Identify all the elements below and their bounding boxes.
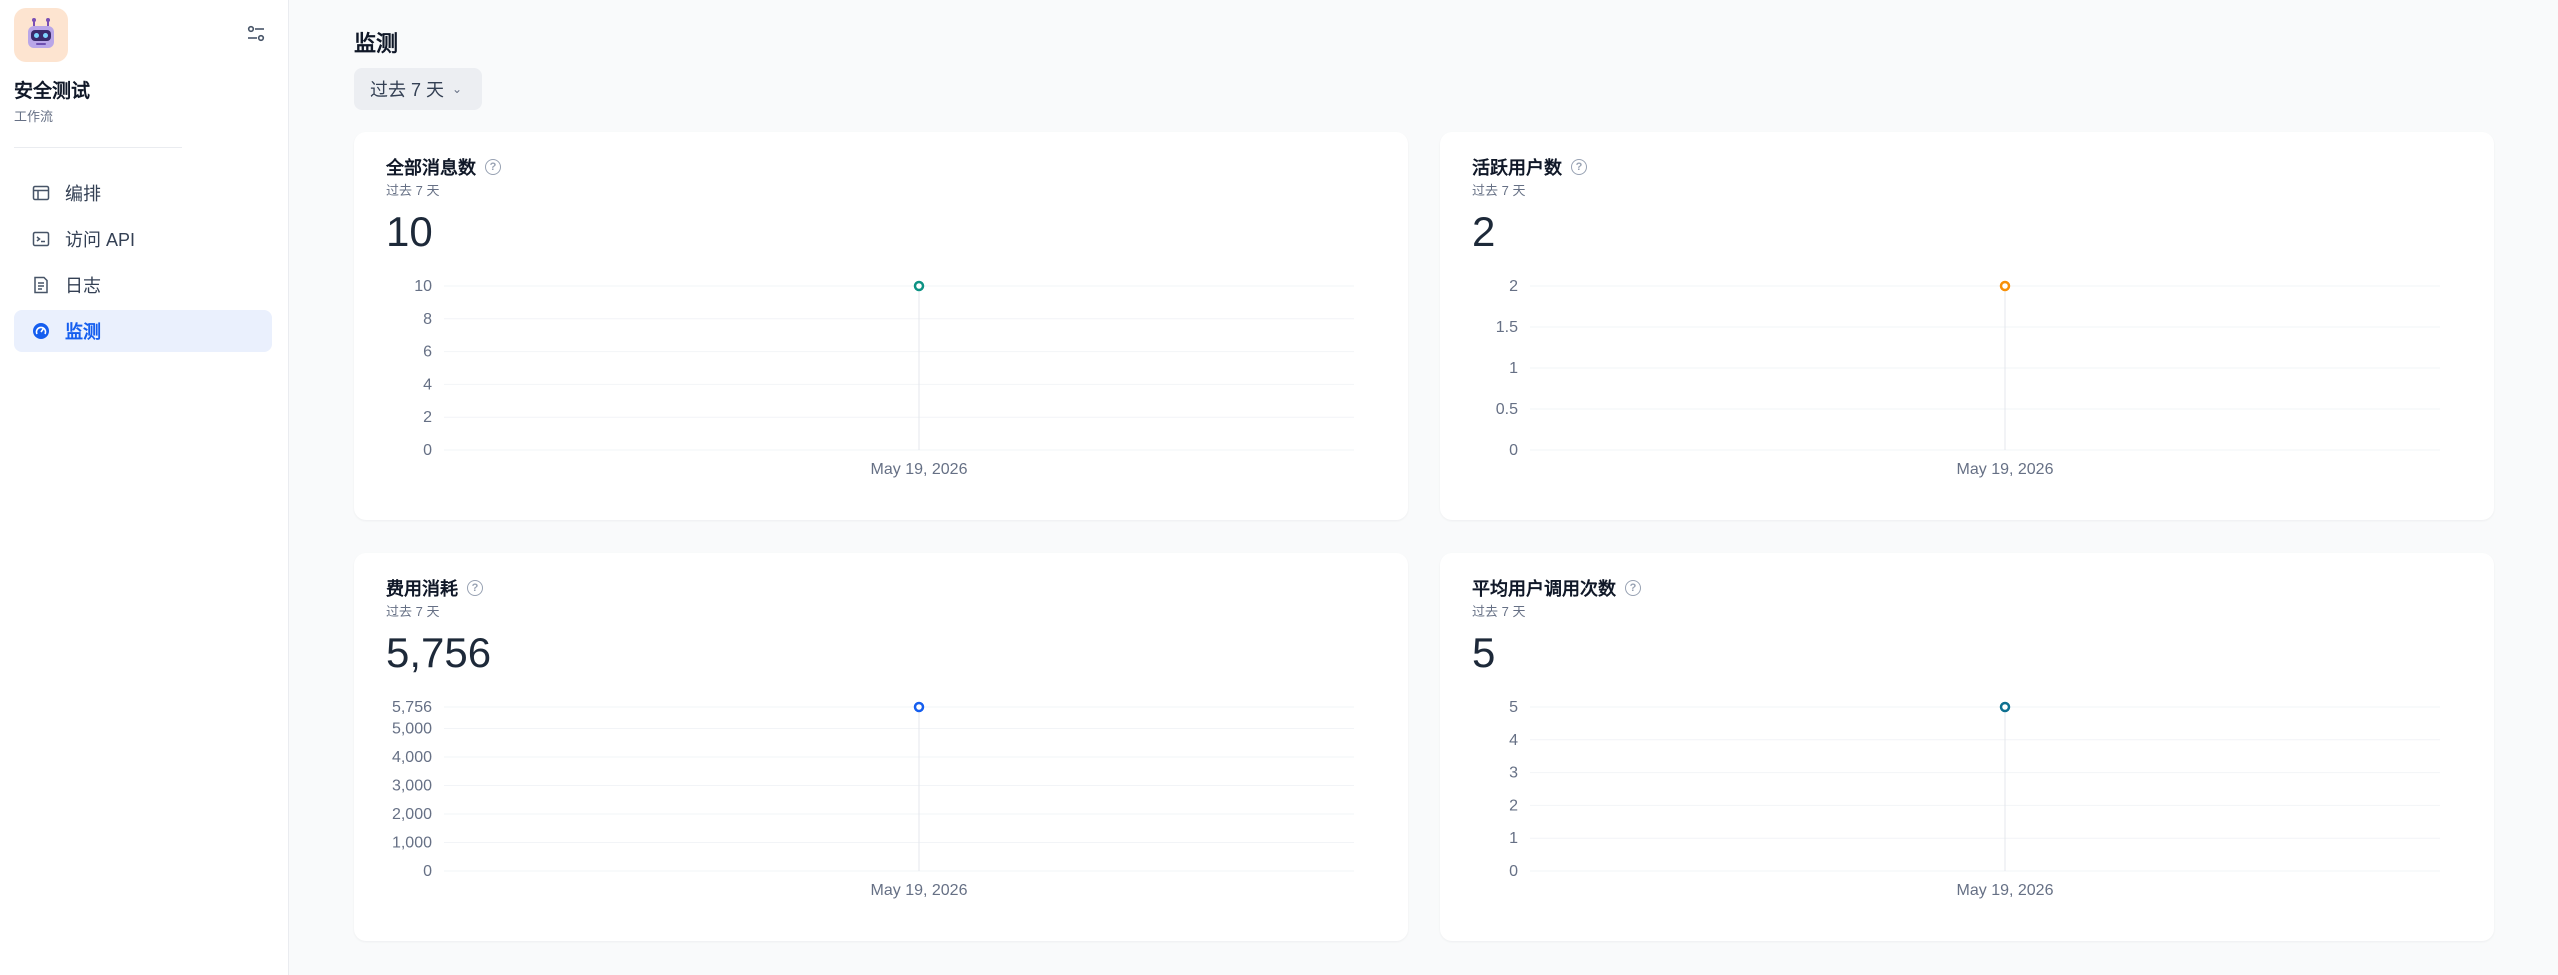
- y-tick-label: 4,000: [392, 749, 432, 766]
- data-point: [913, 701, 925, 713]
- y-tick-label: 1,000: [392, 835, 432, 852]
- data-point: [913, 280, 925, 292]
- app-robot-icon: [14, 8, 68, 62]
- y-tick-label: 0: [423, 442, 432, 459]
- period-select-value: 过去 7 天: [370, 80, 445, 100]
- card-title: 全部消息数: [386, 158, 476, 178]
- y-tick-label: 1.5: [1496, 319, 1518, 336]
- y-tick-label: 5,756: [392, 699, 432, 716]
- sidebar-item-orchestrate[interactable]: 编排: [14, 172, 272, 214]
- y-tick-label: 5: [1509, 699, 1518, 716]
- chart-total-messages: 0 2 4 6 8 10 May 19, 2026: [414, 278, 1354, 478]
- y-tick-label: 6: [423, 344, 432, 361]
- y-tick-label: 0: [1509, 442, 1518, 459]
- document-icon: [31, 275, 51, 295]
- help-icon[interactable]: ?: [485, 159, 501, 175]
- terminal-icon: [31, 229, 51, 249]
- app-name: 安全测试: [14, 81, 91, 102]
- y-tick-label: 3: [1509, 765, 1518, 782]
- layout-icon: [31, 183, 51, 203]
- y-tick-label: 0: [1509, 863, 1518, 880]
- y-tick-label: 2,000: [392, 806, 432, 823]
- sidebar-item-logs[interactable]: 日志: [14, 264, 272, 306]
- help-icon[interactable]: ?: [467, 580, 483, 596]
- card-value: 2: [1472, 208, 1496, 255]
- card-title: 费用消耗: [386, 579, 458, 599]
- app-type: 工作流: [14, 109, 54, 124]
- y-tick-label: 2: [423, 409, 432, 426]
- card-avg-user-calls: 平均用户调用次数 ? 过去 7 天 5 0 1 2 3 4 5 May 19, 2026: [1440, 553, 2494, 941]
- help-icon[interactable]: ?: [1571, 159, 1587, 175]
- x-tick-label: May 19, 2026: [1957, 882, 2054, 899]
- sidebar-divider: [14, 147, 182, 148]
- period-select[interactable]: 过去 7 天 ⌄: [354, 68, 483, 110]
- page-title: 监测: [354, 31, 399, 56]
- sidebar-item-label: 监测: [65, 322, 101, 342]
- card-total-messages: 全部消息数 ? 过去 7 天 10 0 2 4 6 8 10 May 19, 2026: [354, 132, 1408, 520]
- y-tick-label: 8: [423, 311, 432, 328]
- card-value: 5,756: [386, 629, 492, 676]
- y-tick-label: 10: [414, 278, 432, 295]
- gauge-icon: [31, 321, 51, 341]
- x-tick-label: May 19, 2026: [871, 882, 968, 899]
- sidebar-item-monitor[interactable]: 监测: [14, 310, 272, 352]
- chart-avg-user-calls: 0 1 2 3 4 5 May 19, 2026: [1509, 699, 2440, 899]
- y-tick-label: 0.5: [1496, 401, 1518, 418]
- chevron-down-icon: ⌄: [452, 82, 463, 96]
- y-tick-label: 4: [423, 376, 432, 393]
- y-tick-label: 2: [1509, 797, 1518, 814]
- card-cost: 费用消耗 ? 过去 7 天 5,756 0 1,000 2,000 3,000 4,00…: [354, 553, 1408, 941]
- card-value: 5: [1472, 629, 1496, 676]
- y-tick-label: 1: [1509, 830, 1518, 847]
- y-tick-label: 0: [423, 863, 432, 880]
- settings-sliders-icon[interactable]: [244, 22, 268, 46]
- data-point: [1999, 701, 2011, 713]
- chart-cost: 0 1,000 2,000 3,000 4,000 5,000 5,756 May 19, 2…: [392, 699, 1354, 899]
- y-tick-label: 4: [1509, 732, 1518, 749]
- chart-active-users: 0 0.5 1 1.5 2 May 19, 2026: [1496, 278, 2440, 478]
- x-tick-label: May 19, 2026: [1957, 461, 2054, 478]
- sidebar-item-label: 编排: [65, 184, 101, 204]
- y-tick-label: 1: [1509, 360, 1518, 377]
- card-title: 活跃用户数: [1472, 158, 1562, 178]
- x-tick-label: May 19, 2026: [871, 461, 968, 478]
- y-tick-label: 5,000: [392, 721, 432, 738]
- card-title: 平均用户调用次数: [1472, 579, 1616, 599]
- card-subtitle: 过去 7 天: [1472, 604, 1526, 619]
- y-tick-label: 3,000: [392, 778, 432, 795]
- card-subtitle: 过去 7 天: [386, 604, 440, 619]
- sidebar-item-label: 访问 API: [65, 230, 136, 250]
- sidebar-item-label: 日志: [65, 276, 101, 296]
- help-icon[interactable]: ?: [1625, 580, 1641, 596]
- card-value: 10: [386, 208, 433, 255]
- card-subtitle: 过去 7 天: [1472, 183, 1526, 198]
- sidebar: 安全测试 工作流 编排 访问 API 日志 监测: [0, 0, 289, 975]
- data-point: [1999, 280, 2011, 292]
- card-active-users: 活跃用户数 ? 过去 7 天 2 0 0.5 1 1.5 2 May 19, 2026: [1440, 132, 2494, 520]
- card-subtitle: 过去 7 天: [386, 183, 440, 198]
- sidebar-item-api[interactable]: 访问 API: [14, 218, 272, 260]
- y-tick-label: 2: [1509, 278, 1518, 295]
- sidebar-nav: 编排 访问 API 日志 监测: [14, 172, 272, 356]
